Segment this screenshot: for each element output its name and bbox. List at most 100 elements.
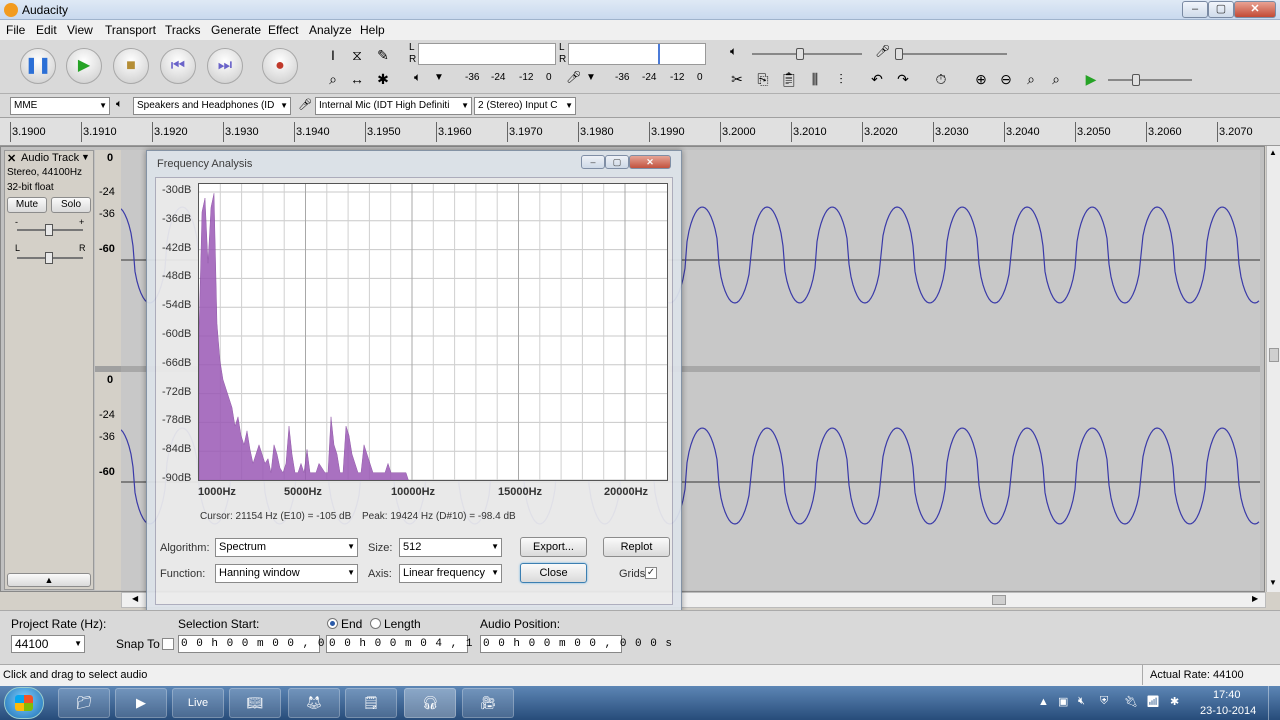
vertical-scrollbar[interactable]: ▲ ▼ <box>1266 146 1280 592</box>
skip-end-button[interactable]: ⏭ <box>207 48 243 84</box>
silence-icon[interactable]: ⫶ <box>830 68 852 90</box>
mute-button[interactable]: Mute <box>7 197 47 213</box>
file-explorer-taskbar-icon[interactable]: 📁︎ <box>58 688 110 718</box>
spectrum-plot[interactable] <box>198 183 668 481</box>
record-meter-dropdown[interactable]: ▼ <box>586 72 596 83</box>
clock-time[interactable]: 17:40 <box>1213 689 1241 701</box>
snap-to-checkbox[interactable] <box>162 638 174 650</box>
media-player-taskbar-icon[interactable]: ▶ <box>115 688 167 718</box>
solo-button[interactable]: Solo <box>51 197 91 213</box>
multi-tool-icon[interactable]: ✱ <box>372 68 394 90</box>
input-volume-thumb[interactable] <box>895 48 903 60</box>
selection-tool-icon[interactable]: I <box>322 44 344 66</box>
menu-analyze[interactable]: Analyze <box>309 23 352 37</box>
envelope-tool-icon[interactable]: ⧖ <box>346 44 368 66</box>
redo-icon[interactable]: ↷ <box>892 68 914 90</box>
show-desktop-button[interactable] <box>1268 686 1280 720</box>
output-volume-thumb[interactable] <box>796 48 804 60</box>
start-button[interactable] <box>4 687 44 719</box>
clock-date[interactable]: 23-10-2014 <box>1200 705 1256 717</box>
menu-effect[interactable]: Effect <box>268 23 298 37</box>
selection-end-field[interactable]: 0 0 h 0 0 m 0 4 , 1 1 0 s <box>326 635 518 653</box>
audio-host-select[interactable]: MME ▼ <box>10 97 110 115</box>
minimize-button[interactable]: – <box>1182 1 1208 18</box>
playback-meter[interactable] <box>418 43 556 65</box>
undo-icon[interactable]: ↶ <box>866 68 888 90</box>
menu-edit[interactable]: Edit <box>36 23 57 37</box>
track-menu-icon[interactable]: ▼ <box>81 152 90 162</box>
function-select[interactable]: Hanning window ▼ <box>215 564 358 583</box>
export-button[interactable]: Export... <box>520 537 587 557</box>
close-dialog-button[interactable]: Close <box>520 563 587 583</box>
output-volume-slider[interactable] <box>752 48 862 60</box>
stop-button[interactable]: ■ <box>113 48 149 84</box>
audacity-taskbar-icon[interactable]: 🎧︎ <box>404 688 456 718</box>
scroll-up-icon[interactable]: ▲ <box>1269 148 1277 157</box>
play-at-speed-icon[interactable]: ▶ <box>1080 68 1102 90</box>
audio-position-field[interactable]: 0 0 h 0 0 m 0 0 , 0 0 0 s <box>480 635 672 653</box>
pan-slider-thumb[interactable] <box>45 252 53 264</box>
timeshift-tool-icon[interactable]: ↔ <box>346 68 368 90</box>
reader-taskbar-icon[interactable]: 📖︎ <box>229 688 281 718</box>
end-radio[interactable] <box>327 618 338 629</box>
gain-slider[interactable] <box>17 224 83 236</box>
input-channels-select[interactable]: 2 (Stereo) Input C ▼ <box>474 97 576 115</box>
menu-view[interactable]: View <box>67 23 93 37</box>
zoom-out-icon[interactable]: ⊖ <box>995 68 1017 90</box>
copy-icon[interactable]: ⎘ <box>752 68 774 90</box>
zoom-in-icon[interactable]: ⊕ <box>970 68 992 90</box>
tray-app-icon[interactable]: ▣ <box>1058 695 1068 708</box>
notes-taskbar-icon[interactable]: 🗒︎ <box>345 688 397 718</box>
menu-generate[interactable]: Generate <box>211 23 261 37</box>
replot-button[interactable]: Replot <box>603 537 670 557</box>
gain-slider-thumb[interactable] <box>45 224 53 236</box>
menu-transport[interactable]: Transport <box>105 23 156 37</box>
scroll-right-icon[interactable]: ▶ <box>1252 594 1258 603</box>
play-speed-thumb[interactable] <box>1132 74 1140 86</box>
cut-icon[interactable]: ✂ <box>726 68 748 90</box>
recording-meter[interactable] <box>568 43 706 65</box>
dialog-close-button[interactable]: ✕ <box>629 155 671 169</box>
fit-selection-icon[interactable]: ⌕ <box>1020 68 1042 90</box>
menu-file[interactable]: File <box>6 23 25 37</box>
algorithm-select[interactable]: Spectrum ▼ <box>215 538 358 557</box>
skip-start-button[interactable]: ⏮ <box>160 48 196 84</box>
windows-live-taskbar-icon[interactable]: Live <box>172 688 224 718</box>
draw-tool-icon[interactable]: ✎ <box>372 44 394 66</box>
input-device-select[interactable]: Internal Mic (IDT High Definiti ▼ <box>315 97 472 115</box>
sync-lock-icon[interactable]: ⏱ <box>930 68 952 90</box>
grids-checkbox[interactable]: ✓ <box>645 567 657 579</box>
record-button[interactable]: ● <box>262 48 298 84</box>
playback-meter-dropdown[interactable]: ▼ <box>434 72 444 83</box>
network-signal-icon[interactable]: 📶︎ <box>1146 695 1160 708</box>
camera-taskbar-icon[interactable]: 🎥︎ <box>462 688 514 718</box>
timeline-ruler[interactable]: 3.1900 3.1910 3.1920 3.1930 3.1940 3.1950 3.19… <box>0 118 1280 146</box>
security-icon[interactable]: ⛨ <box>1100 695 1108 708</box>
axis-select[interactable]: Linear frequency ▼ <box>399 564 502 583</box>
play-speed-slider[interactable] <box>1108 74 1192 86</box>
fit-project-icon[interactable]: ⌕ <box>1045 68 1067 90</box>
output-device-select[interactable]: Speakers and Headphones (ID ▼ <box>133 97 291 115</box>
bluetooth-icon[interactable]: ✱ <box>1170 695 1179 708</box>
power-icon[interactable]: 🔌︎ <box>1124 695 1138 708</box>
dialog-minimize-button[interactable]: – <box>581 155 605 169</box>
selection-start-field[interactable]: 0 0 h 0 0 m 0 0 , 0 0 0 s <box>178 635 370 653</box>
firefox-taskbar-icon[interactable]: 🦊︎ <box>288 688 340 718</box>
track-name[interactable]: Audio Track <box>21 152 79 164</box>
menu-tracks[interactable]: Tracks <box>165 23 201 37</box>
vertical-scroll-thumb[interactable] <box>1269 348 1279 362</box>
paste-icon[interactable]: 📋︎ <box>778 68 800 90</box>
scroll-down-icon[interactable]: ▼ <box>1269 578 1277 587</box>
track-close-icon[interactable]: ✕ <box>7 152 16 165</box>
play-button[interactable]: ▶ <box>66 48 102 84</box>
collapse-track-button[interactable]: ▲ <box>7 573 91 587</box>
zoom-tool-icon[interactable]: ⌕ <box>322 68 344 90</box>
pan-slider[interactable] <box>17 252 83 264</box>
horizontal-scroll-thumb[interactable] <box>992 595 1006 605</box>
length-radio[interactable] <box>370 618 381 629</box>
menu-help[interactable]: Help <box>360 23 385 37</box>
input-volume-slider[interactable] <box>895 48 1007 60</box>
pause-button[interactable]: ❚❚ <box>20 48 56 84</box>
tray-expand-icon[interactable]: ▲ <box>1038 696 1049 708</box>
close-button[interactable]: ✕ <box>1234 1 1276 18</box>
